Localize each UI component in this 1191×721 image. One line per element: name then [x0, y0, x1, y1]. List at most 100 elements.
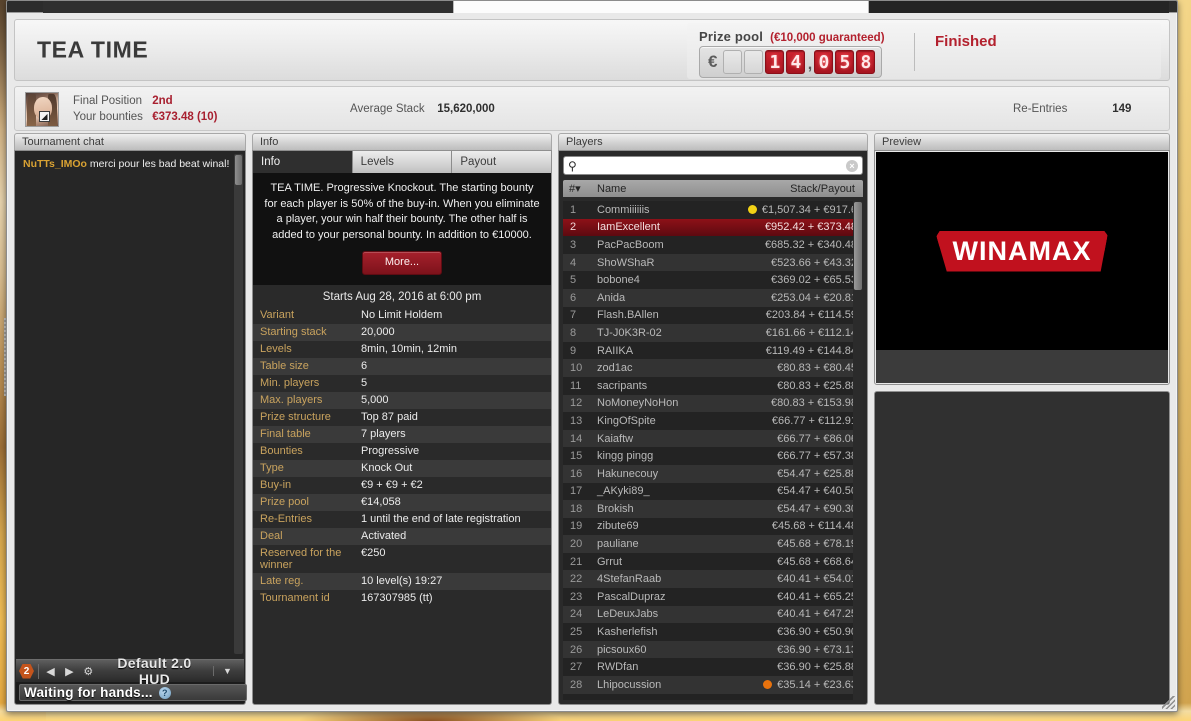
tab-payout[interactable]: Payout: [452, 151, 551, 173]
players-panel: Players ⚲ × #▾ Name Stack/Payout 1 Commii…: [558, 133, 868, 705]
player-name: Commiiiiiis: [597, 203, 650, 216]
table-row[interactable]: 3 PacPacBoom €685.32 + €340.48: [563, 236, 863, 254]
search-box[interactable]: ⚲ ×: [563, 156, 863, 175]
table-row[interactable]: 7 Flash.BAllen €203.84 + €114.59: [563, 307, 863, 325]
info-row: Max. players 5,000: [253, 392, 551, 410]
chevron-down-icon[interactable]: ▼: [213, 666, 241, 676]
table-row[interactable]: 5 bobone4 €369.02 + €65.53: [563, 271, 863, 289]
prize-pool-panel: Prize pool (€10,000 guaranteed) € 1 4 , …: [687, 23, 1161, 79]
preview-bottom-strip: [876, 350, 1168, 383]
reentries-value: 149: [1112, 103, 1132, 115]
hud-profile-bar: 2 ◀ ▶ ⚙ Default 2.0 HUD ▼: [16, 655, 244, 687]
search-input[interactable]: [580, 159, 842, 172]
table-row[interactable]: 12 NoMoneyNoHon €80.83 + €153.98: [563, 394, 863, 413]
table-row[interactable]: 17 _AKyki89_ €54.47 + €40.50: [563, 483, 863, 501]
final-position-stat: Final Position 2nd: [73, 95, 173, 107]
players-table-header: #▾ Name Stack/Payout: [563, 180, 863, 197]
tab-background-right[interactable]: [869, 1, 1169, 13]
close-icon[interactable]: ×: [846, 159, 858, 172]
resize-handle[interactable]: [1162, 696, 1175, 709]
info-row-value: 20,000: [361, 326, 395, 339]
chat-scrollbar-thumb[interactable]: [235, 155, 242, 185]
player-name: Lhipocussion: [597, 678, 662, 691]
tab-active[interactable]: [453, 1, 1111, 13]
info-row-value: Knock Out: [361, 462, 413, 475]
player-stack-value: €253.04 + €20.81: [771, 291, 857, 304]
tab-levels[interactable]: Levels: [352, 151, 453, 173]
info-detail-rows: Variant No Limit Holdem Starting stack 20,…: [253, 307, 551, 608]
table-row[interactable]: 19 zibute69 €45.68 + €114.48: [563, 518, 863, 536]
table-row[interactable]: 6 Anida €253.04 + €20.81: [563, 288, 863, 307]
player-stack-value: €119.49 + €144.84: [765, 344, 857, 357]
secondary-panel-body[interactable]: [874, 391, 1170, 705]
final-position-value: 2nd: [152, 95, 173, 107]
info-row-value: 5: [361, 377, 368, 390]
column-header-name[interactable]: Name: [593, 183, 711, 195]
status-dot-icon: [763, 680, 773, 690]
info-row-value: 5,000: [361, 394, 389, 407]
column-header-rank[interactable]: #▾: [563, 182, 593, 195]
bounties-value: €373.48 (10): [152, 111, 218, 123]
table-row[interactable]: 23 PascalDupraz €40.41 + €65.25: [563, 588, 863, 606]
hud-badge[interactable]: 2: [19, 663, 34, 679]
preview-screen[interactable]: WINAMAX: [876, 152, 1168, 350]
info-row-key: Variant: [260, 309, 295, 322]
table-row[interactable]: 10 zod1ac €80.83 + €80.45: [563, 359, 863, 377]
info-row-key: Prize pool: [260, 496, 309, 509]
gear-icon[interactable]: ⚙: [81, 665, 96, 678]
info-row: Late reg. 10 level(s) 19:27: [253, 573, 551, 591]
desktop-background: TEA TIME Prize pool (€10,000 guaranteed)…: [0, 0, 1191, 721]
table-row[interactable]: 1 Commiiiiiis €1,507.34 + €917.6: [563, 201, 863, 219]
lcd-digit: 4: [786, 50, 806, 74]
player-stack-value: €36.90 + €50.90: [777, 626, 857, 639]
tab-background-left[interactable]: [43, 1, 453, 13]
table-row[interactable]: 26 picsoux60 €36.90 + €73.13: [563, 640, 863, 659]
table-row[interactable]: 27 RWDfan €36.90 + €25.88: [563, 658, 863, 676]
chat-messages-area[interactable]: NuTTs_IMOo merci pour les bad beat winal…: [14, 150, 247, 705]
average-stack-label: Average Stack: [350, 103, 425, 115]
player-name: NoMoneyNoHon: [597, 397, 679, 410]
prev-arrow-icon[interactable]: ◀: [43, 665, 58, 678]
table-row[interactable]: 2 IamExcellent €952.42 + €373.48: [563, 218, 863, 237]
player-rank: 25: [570, 626, 583, 639]
player-name: TJ-J0K3R-02: [597, 326, 662, 339]
lcd-digit: [723, 50, 743, 74]
table-row[interactable]: 8 TJ-J0K3R-02 €161.66 + €112.14: [563, 324, 863, 342]
players-scrollbar-thumb[interactable]: [854, 202, 862, 290]
next-arrow-icon[interactable]: ▶: [62, 665, 77, 678]
players-table: 1 Commiiiiiis €1,507.34 + €917.6 2 IamExcell…: [563, 201, 863, 700]
table-row[interactable]: 20 pauliane €45.68 + €78.19: [563, 535, 863, 553]
preview-panel-body: WINAMAX: [874, 150, 1170, 385]
table-row[interactable]: 14 Kaiaftw €66.77 + €86.06: [563, 429, 863, 448]
divider: [914, 33, 915, 71]
table-row[interactable]: 21 Grrut €45.68 + €68.64: [563, 553, 863, 571]
table-row[interactable]: 25 Kasherlefish €36.90 + €50.90: [563, 623, 863, 641]
table-row[interactable]: 11 sacripants €80.83 + €25.88: [563, 377, 863, 395]
expand-avatar-icon[interactable]: ◢: [39, 111, 50, 122]
player-stack-cell: €66.77 + €57.38: [711, 450, 863, 462]
table-row[interactable]: 15 kingg pingg €66.77 + €57.38: [563, 447, 863, 465]
info-row-value: €250: [361, 547, 386, 560]
tab-info[interactable]: Info: [253, 151, 353, 173]
more-button[interactable]: More...: [361, 251, 443, 276]
table-row[interactable]: 16 Hakunecouy €54.47 + €25.88: [563, 464, 863, 483]
column-header-stack[interactable]: Stack/Payout: [711, 183, 863, 195]
table-row[interactable]: 22 4StefanRaab €40.41 + €54.01: [563, 570, 863, 589]
help-icon[interactable]: ?: [158, 686, 171, 699]
table-row[interactable]: 13 KingOfSpite €66.77 + €112.91: [563, 412, 863, 430]
table-row[interactable]: 4 ShoWShaR €523.66 + €43.32: [563, 253, 863, 272]
table-row[interactable]: 24 LeDeuxJabs €40.41 + €47.25: [563, 605, 863, 624]
browser-tabstrip: [7, 1, 1177, 13]
info-row-key: Starting stack: [260, 326, 327, 339]
chat-scrollbar[interactable]: [234, 154, 243, 654]
players-scrollbar[interactable]: [853, 201, 863, 700]
table-row[interactable]: 28 Lhipocussion €35.14 + €23.63: [563, 676, 863, 694]
table-row[interactable]: 18 Brokish €54.47 + €90.30: [563, 500, 863, 518]
player-stack-cell: €36.90 + €50.90: [711, 626, 863, 638]
player-stack-value: €369.02 + €65.53: [771, 274, 857, 287]
player-name: PascalDupraz: [597, 590, 666, 603]
hud-status-bar: Waiting for hands... ?: [16, 682, 247, 703]
table-row[interactable]: 9 RAIIKA €119.49 + €144.84: [563, 342, 863, 360]
hud-toolbar: 2 ◀ ▶ ⚙ Default 2.0 HUD ▼ Waiting for ha…: [16, 655, 247, 703]
info-row-key: Type: [260, 462, 284, 475]
